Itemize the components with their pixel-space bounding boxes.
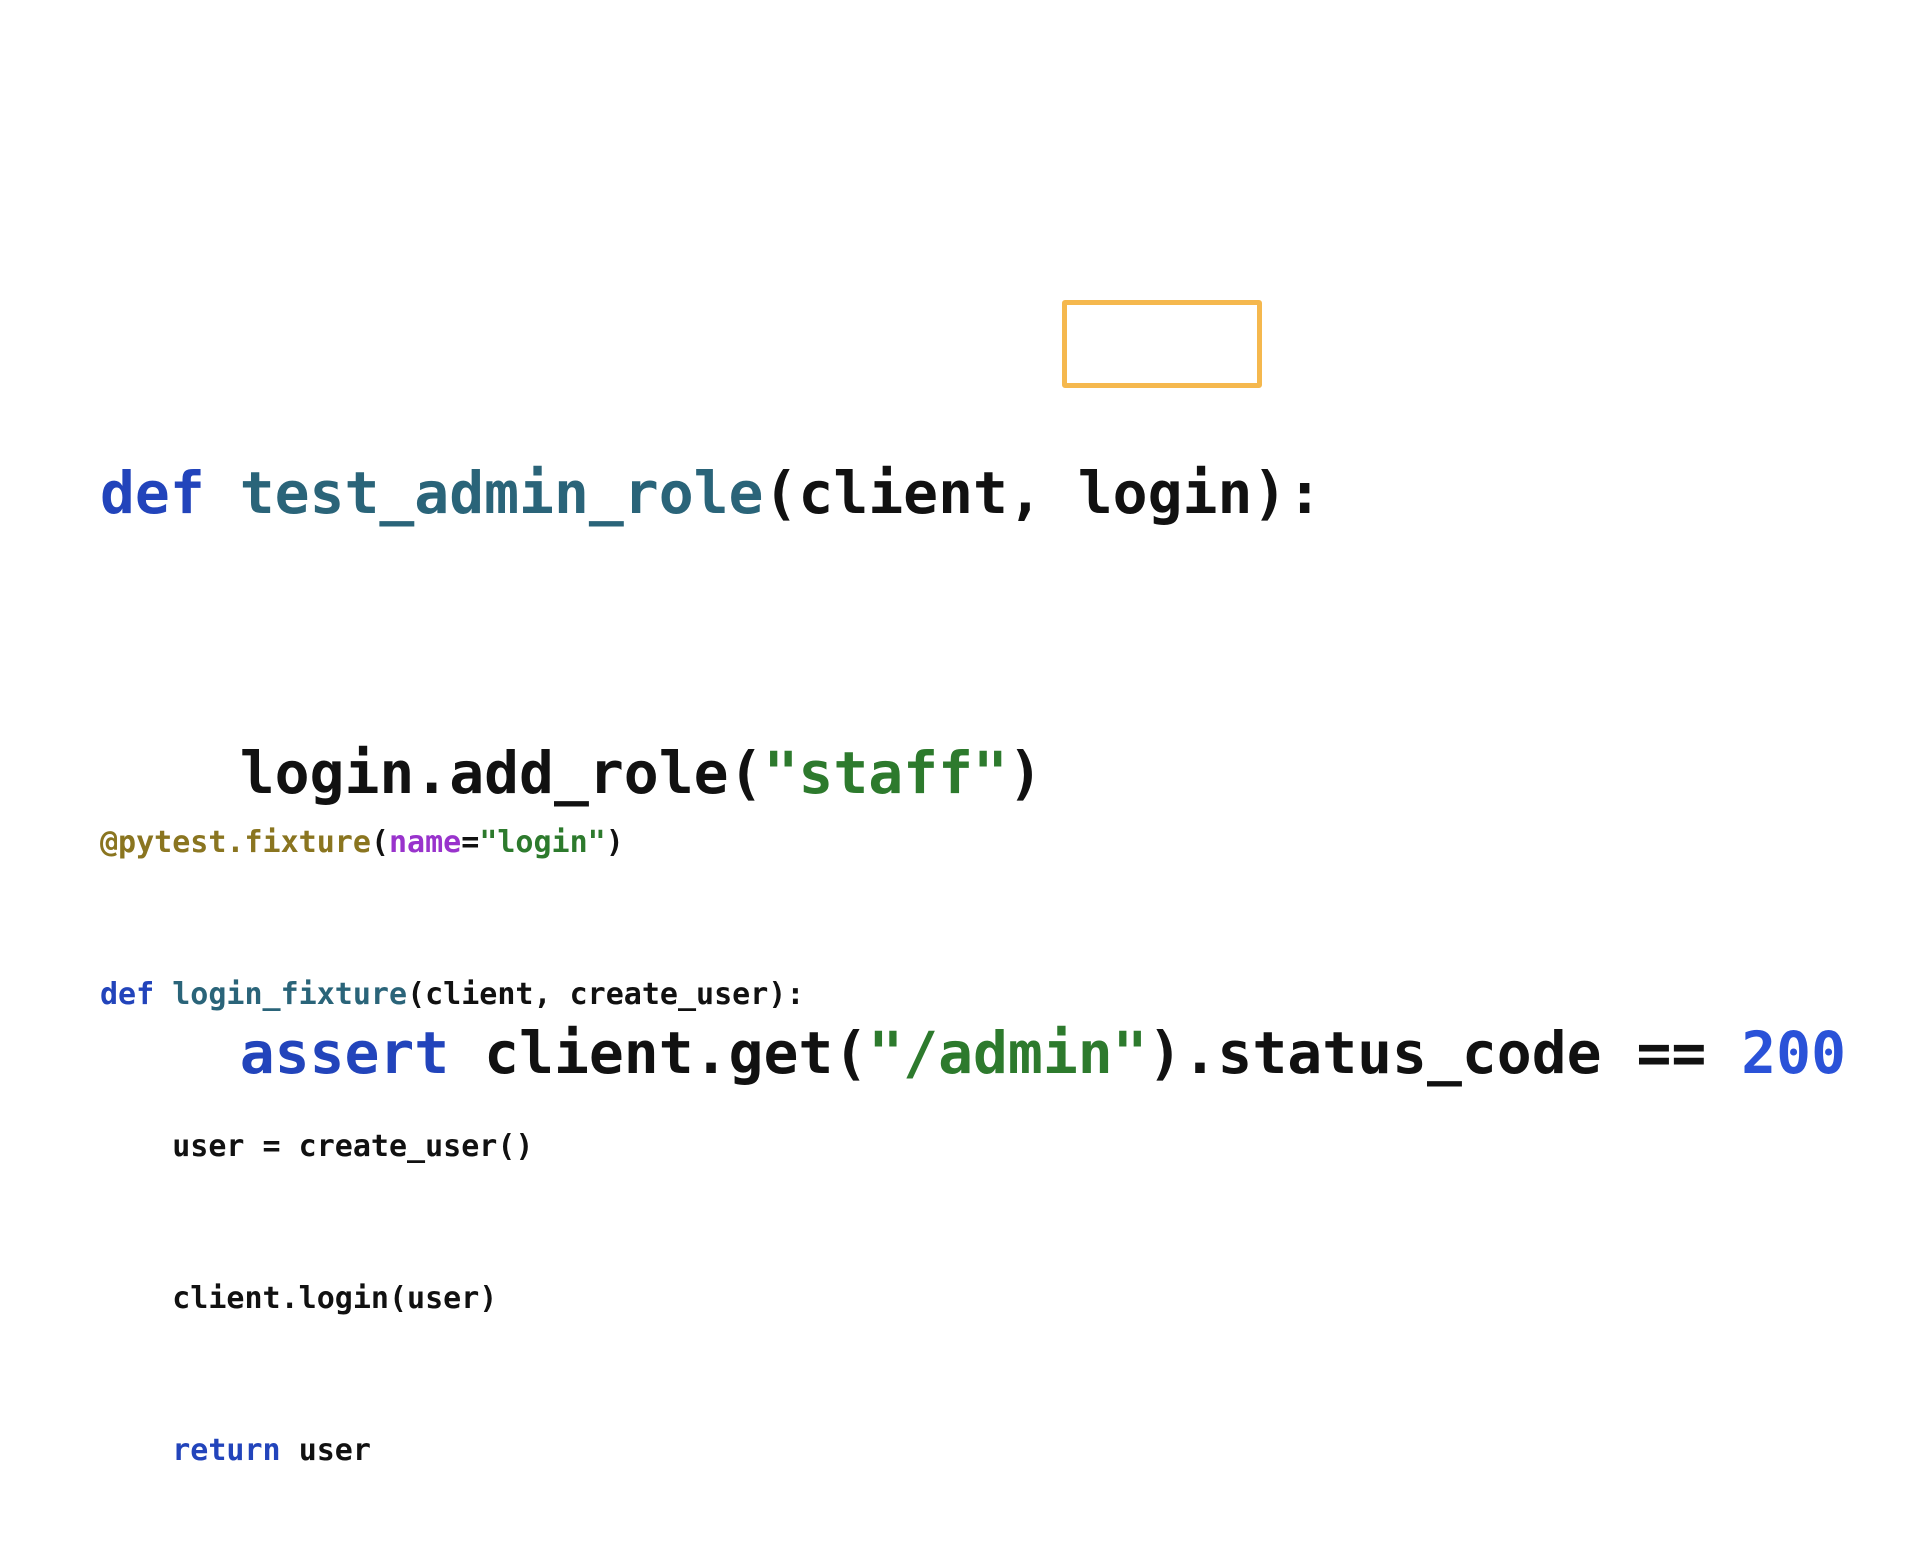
equals-token: = <box>461 825 480 860</box>
name-kwarg-token: name <box>389 825 462 860</box>
login-fixture-function-name-token: login_fixture <box>172 977 408 1012</box>
login-string-token: "login" <box>479 825 606 860</box>
space-token-6 <box>154 977 172 1012</box>
login-param-token: login <box>1077 459 1253 527</box>
close-paren-token-2: ) <box>605 825 624 860</box>
indent-token-4 <box>100 1281 172 1316</box>
fixture-code-block: @pytest.fixture(name="login") def login_… <box>100 710 804 1546</box>
space-token-4 <box>1602 1019 1637 1087</box>
fixture-code-line-2: def login_fixture(client, create_user): <box>100 976 804 1014</box>
slide-canvas: def test_admin_role(client, login): logi… <box>0 0 1920 1468</box>
return-keyword-token: return <box>172 1433 281 1468</box>
def-keyword-token-2: def <box>100 977 155 1012</box>
fixture-code-line-3: user = create_user() <box>100 1128 804 1166</box>
indent-token-3 <box>100 1129 172 1164</box>
add-role-call-suffix-token: ) <box>1007 739 1043 807</box>
close-paren-token-1: ) <box>1252 459 1288 527</box>
client-login-call-token: client.login(user) <box>172 1281 498 1316</box>
login-fixture-signature-token: (client, create_user): <box>407 977 805 1012</box>
pytest-fixture-decorator-token: @pytest.fixture <box>100 825 371 860</box>
equality-operator-token: == <box>1636 1019 1707 1087</box>
create-user-assignment-token: user = create_user() <box>172 1129 534 1164</box>
space-token-1 <box>205 459 240 527</box>
space-token-7 <box>281 1433 299 1468</box>
status-200-number-token: 200 <box>1741 1019 1846 1087</box>
space-token-2 <box>1043 459 1078 527</box>
fixture-code-line-4: client.login(user) <box>100 1280 804 1318</box>
indent-token-5 <box>100 1433 172 1468</box>
fixture-code-line-5: return user <box>100 1432 804 1470</box>
return-value-token: user <box>298 1433 371 1468</box>
admin-path-string-token: "/admin" <box>868 1019 1148 1087</box>
client-param-token: client, <box>798 459 1043 527</box>
space-token-5 <box>1706 1019 1741 1087</box>
test-admin-role-function-name-token: test_admin_role <box>239 459 764 527</box>
colon-token-1: : <box>1287 459 1323 527</box>
primary-code-line-1: def test_admin_role(client, login): <box>100 458 1846 528</box>
fixture-code-line-1: @pytest.fixture(name="login") <box>100 824 804 862</box>
open-paren-token-1: ( <box>763 459 799 527</box>
open-paren-token-2: ( <box>370 825 389 860</box>
def-keyword-token: def <box>100 459 205 527</box>
status-code-suffix-token: ).status_code <box>1147 1019 1602 1087</box>
